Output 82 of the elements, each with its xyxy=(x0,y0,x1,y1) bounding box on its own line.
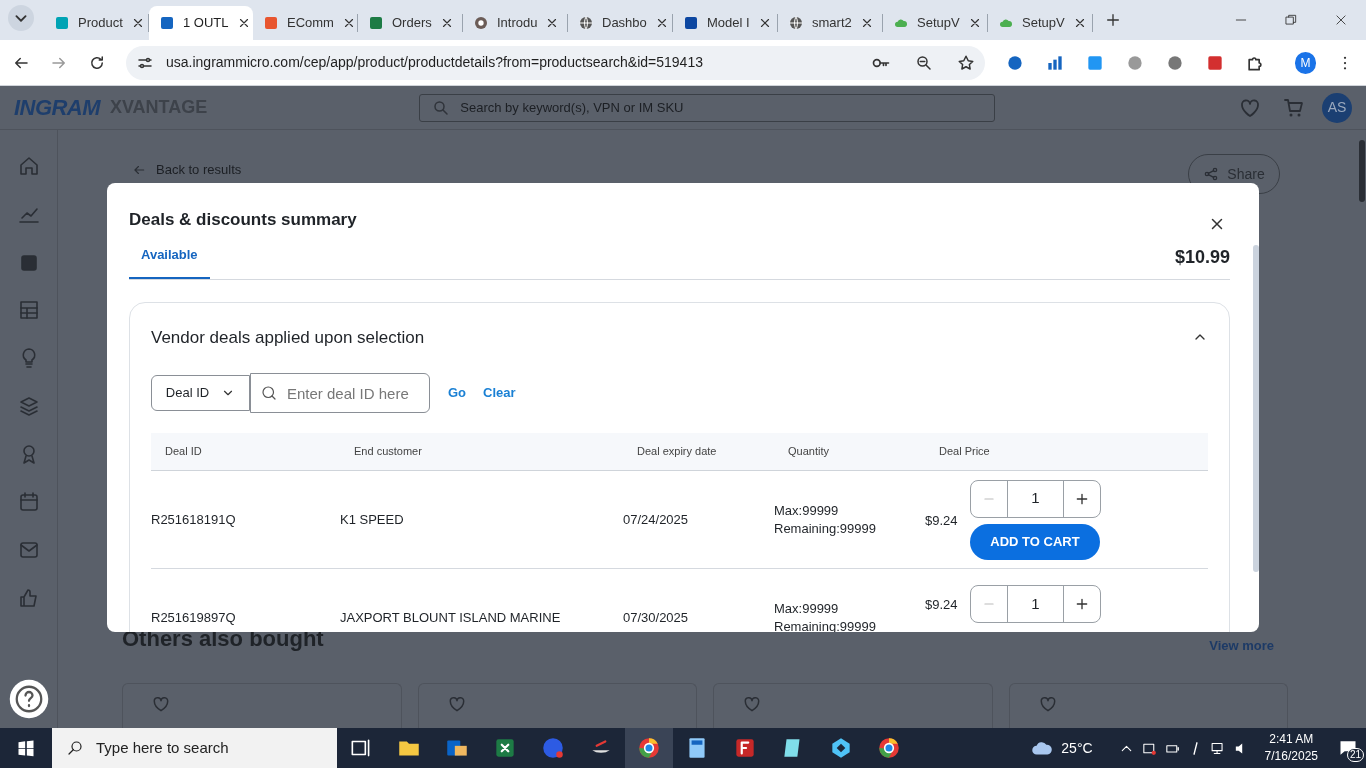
clear-link[interactable]: Clear xyxy=(483,383,516,403)
taskbar-search[interactable]: Type here to search xyxy=(52,728,337,768)
deal-price: $9.24 xyxy=(925,511,959,530)
user-avatar[interactable]: AS xyxy=(1322,92,1352,123)
clock-time[interactable]: 2:41 AM xyxy=(1269,731,1314,748)
panel-title: Vendor deals applied upon selection xyxy=(151,326,425,349)
column-header: End customer xyxy=(353,444,423,460)
quantity-stepper[interactable]: 1 xyxy=(970,585,1101,623)
favicon-icon xyxy=(368,15,384,31)
table-cell-text: Max:99999 xyxy=(774,599,840,618)
column-header: Deal expiry date xyxy=(636,444,718,460)
table-cell-text: R251619897Q xyxy=(151,608,237,627)
table-cell-text: 07/30/2025 xyxy=(623,608,690,627)
deal-id-field[interactable]: Enter deal ID here xyxy=(250,373,430,413)
star-icon[interactable] xyxy=(956,53,975,72)
scrollbar-thumb[interactable] xyxy=(1253,245,1259,572)
deal-type-select[interactable]: Deal ID xyxy=(151,375,250,411)
tab-title: 1 OUTL xyxy=(183,14,229,33)
dialog-title: Deals & discounts summary xyxy=(129,209,357,232)
clock-date[interactable]: 7/16/2025 xyxy=(1264,748,1318,765)
browser-tab[interactable]: Dashbo xyxy=(568,6,672,40)
table-cell-text: K1 SPEED xyxy=(340,510,405,529)
go-link[interactable]: Go xyxy=(448,383,467,403)
favicon-icon xyxy=(263,15,279,31)
deal-price: $9.24 xyxy=(925,596,959,615)
tab-title: Model I xyxy=(707,14,750,33)
share-icon xyxy=(1203,166,1220,182)
quantity-stepper[interactable]: 1 xyxy=(970,479,1101,518)
favicon-icon xyxy=(159,15,175,31)
restore-icon[interactable] xyxy=(1284,13,1298,27)
zoom-icon[interactable] xyxy=(914,53,933,72)
favicon-icon xyxy=(473,15,489,31)
browser-tab[interactable]: Product xyxy=(44,6,148,40)
tab-title: Product xyxy=(78,14,123,33)
browser-tab[interactable]: Introdu xyxy=(463,6,567,40)
scrollbar-thumb[interactable] xyxy=(1359,140,1365,202)
browser-tab[interactable]: Orders xyxy=(358,6,462,40)
address-bar[interactable]: usa.ingrammicro.com/cep/app/product/productdetails?from=productsearch&id=519413 xyxy=(126,45,985,80)
browser-tab[interactable]: smart2 xyxy=(778,6,882,40)
favicon-icon xyxy=(54,15,70,31)
tab-title: smart2 xyxy=(812,14,852,33)
reload-icon[interactable] xyxy=(88,53,106,72)
tab-title: Introdu xyxy=(497,14,538,33)
favicon-icon xyxy=(578,15,594,31)
tab-title: SetupV xyxy=(1022,14,1065,33)
temperature-text[interactable]: 25°C xyxy=(1061,737,1093,759)
close-icon[interactable] xyxy=(1334,13,1348,27)
favicon-icon xyxy=(683,15,699,31)
dialog-tab[interactable]: Available xyxy=(129,237,210,279)
add-to-cart-button[interactable]: ADD TO CART xyxy=(970,523,1100,560)
browser-tab[interactable]: Model I xyxy=(673,6,777,40)
tab-title: EComm xyxy=(287,14,334,33)
table-cell-text: 07/24/2025 xyxy=(623,510,690,529)
notification-count: 21 xyxy=(1346,748,1364,762)
url-text: usa.ingrammicro.com/cep/app/product/productdetails?from=productsearch&id=519413 xyxy=(166,53,704,72)
new-tab-icon[interactable] xyxy=(1105,12,1121,28)
column-header: Deal Price xyxy=(938,444,991,460)
favicon-icon xyxy=(788,15,804,31)
help-icon[interactable] xyxy=(7,678,50,720)
table-cell-text: JAXPORT BLOUNT ISLAND MARINE xyxy=(340,608,562,627)
browser-tab[interactable]: SetupV xyxy=(883,6,987,40)
windows-icon[interactable] xyxy=(16,738,36,758)
table-cell-text: R251618191Q xyxy=(151,510,237,529)
tab-list-icon[interactable] xyxy=(8,5,34,31)
tab-title: Dashbo xyxy=(602,14,647,33)
profile-avatar[interactable]: M xyxy=(1294,51,1316,74)
total-price: $10.99 xyxy=(1174,245,1230,269)
search-icon xyxy=(66,739,84,757)
column-header: Deal ID xyxy=(164,444,203,460)
tab-title: SetupV xyxy=(917,14,960,33)
column-header: Quantity xyxy=(787,444,830,460)
section-title: Others also bought xyxy=(122,625,324,653)
table-cell-text: Max:99999 xyxy=(774,501,840,520)
search-placeholder: Search by keyword(s), VPN or IM SKU xyxy=(460,98,684,117)
browser-tab[interactable]: SetupV xyxy=(988,6,1092,40)
browser-icon[interactable] xyxy=(625,728,673,768)
browser-tab[interactable]: 1 OUTL xyxy=(149,6,253,40)
tab-title: Orders xyxy=(392,14,432,33)
search-icon xyxy=(260,384,278,402)
browser-tab[interactable]: EComm xyxy=(253,6,357,40)
table-cell-text: Remaining:99999 xyxy=(774,519,877,538)
search-icon xyxy=(432,98,451,117)
